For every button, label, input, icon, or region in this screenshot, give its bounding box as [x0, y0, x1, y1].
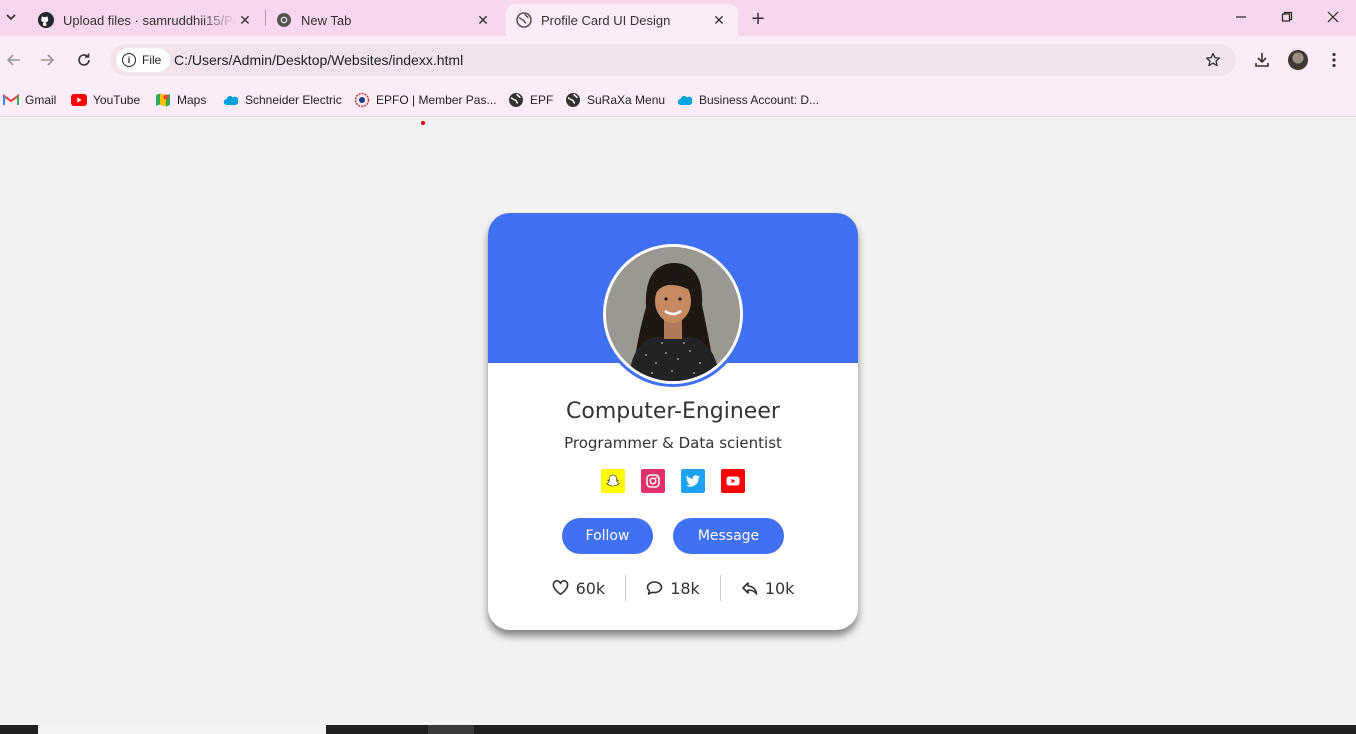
- twitter-link[interactable]: [681, 469, 705, 493]
- star-icon: [1205, 52, 1221, 67]
- bookmark-label: Business Account: D...: [699, 93, 820, 107]
- close-window-button[interactable]: [1310, 4, 1356, 30]
- site-info-chip[interactable]: i File: [116, 48, 171, 72]
- comments-stat[interactable]: 18k: [626, 579, 720, 598]
- chrome-icon: [276, 12, 292, 28]
- tab-strip: Upload files · samruddhii15/Pro ✕ New Ta…: [0, 0, 1356, 36]
- tab-title: Profile Card UI Design: [541, 12, 671, 28]
- forward-button[interactable]: [33, 46, 61, 74]
- reload-icon: [78, 53, 90, 66]
- download-icon: [1255, 53, 1269, 67]
- taskbar: [0, 725, 1356, 734]
- tab-title: New Tab: [301, 12, 352, 28]
- chevron-down-icon: [6, 14, 16, 21]
- card-actions: Follow Message: [488, 518, 858, 554]
- bookmark-label: YouTube: [93, 93, 141, 107]
- bookmark-label: Maps: [177, 93, 207, 107]
- heart-icon: [552, 580, 568, 595]
- profile-card: Computer-Engineer Programmer & Data scie…: [488, 213, 858, 630]
- bookmark-youtube[interactable]: YouTube: [71, 89, 140, 111]
- minimize-icon: [1236, 16, 1246, 18]
- comments-count: 18k: [670, 578, 700, 598]
- tab-profile-card[interactable]: Profile Card UI Design ✕: [506, 4, 738, 36]
- cursor-dot: [421, 121, 425, 125]
- close-icon[interactable]: ✕: [236, 11, 254, 29]
- snapchat-link[interactable]: [601, 469, 625, 493]
- more-vertical-icon: [1332, 52, 1336, 68]
- minimize-button[interactable]: [1218, 4, 1264, 30]
- reload-button[interactable]: [70, 46, 98, 74]
- avatar: [1288, 50, 1308, 70]
- profile-stats: 60k 18k 10k: [488, 575, 858, 601]
- instagram-link[interactable]: [641, 469, 665, 493]
- bookmark-star-button[interactable]: [1202, 49, 1224, 71]
- epfo-icon: [354, 92, 370, 108]
- bookmark-label: SuRaXa Menu: [587, 93, 666, 107]
- close-icon: [1327, 11, 1339, 23]
- bookmark-label: EPF: [530, 93, 554, 107]
- profile-photo-frame: [600, 241, 746, 387]
- bookmark-label: Schneider Electric: [245, 93, 342, 107]
- close-icon[interactable]: ✕: [710, 11, 728, 29]
- tab-github[interactable]: Upload files · samruddhii15/Pro ✕: [28, 4, 264, 36]
- arrow-left-icon: [6, 54, 20, 66]
- tab-search-button[interactable]: [0, 4, 22, 30]
- bookmarks-bar: Gmail YouTube Maps Schneider Electric EP…: [0, 84, 1356, 117]
- likes-count: 60k: [575, 578, 606, 598]
- snapchat-icon: [606, 474, 620, 487]
- globe-icon: [508, 92, 524, 108]
- likes-stat[interactable]: 60k: [532, 579, 626, 598]
- salesforce-cloud-icon: [677, 92, 693, 108]
- bookmark-label: Gmail: [25, 93, 57, 107]
- message-button[interactable]: Message: [673, 518, 784, 554]
- bookmark-epf[interactable]: EPF: [508, 89, 553, 111]
- close-icon[interactable]: ✕: [474, 11, 492, 29]
- youtube-link[interactable]: [721, 469, 745, 493]
- share-icon: [742, 582, 758, 595]
- downloads-button[interactable]: [1248, 46, 1276, 74]
- taskbar-search-box[interactable]: [38, 725, 326, 734]
- shares-count: 10k: [764, 578, 795, 598]
- arrow-right-icon: [41, 54, 55, 66]
- browser-toolbar: i File C:/Users/Admin/Desktop/Websites/i…: [0, 36, 1356, 84]
- bookmark-gmail[interactable]: Gmail: [3, 89, 56, 111]
- restore-icon: [1281, 11, 1293, 22]
- bookmark-epfo[interactable]: EPFO | Member Pas...: [354, 89, 496, 111]
- back-button[interactable]: [0, 46, 28, 74]
- page-viewport: Computer-Engineer Programmer & Data scie…: [0, 118, 1356, 725]
- youtube-icon: [71, 92, 87, 108]
- menu-button[interactable]: [1320, 46, 1348, 74]
- bookmark-schneider[interactable]: Schneider Electric: [223, 89, 342, 111]
- profile-button[interactable]: [1284, 46, 1312, 74]
- globe-icon: [516, 12, 532, 28]
- github-icon: [38, 12, 54, 28]
- globe-icon: [565, 92, 581, 108]
- instagram-icon: [646, 474, 660, 488]
- address-bar[interactable]: i File C:/Users/Admin/Desktop/Websites/i…: [110, 44, 1236, 76]
- url-text[interactable]: C:/Users/Admin/Desktop/Websites/indexx.h…: [174, 52, 463, 68]
- profile-photo: [603, 244, 743, 384]
- profile-name: Computer-Engineer: [566, 399, 780, 424]
- bookmark-suraxa[interactable]: SuRaXa Menu: [565, 89, 665, 111]
- bookmark-business-account[interactable]: Business Account: D...: [677, 89, 819, 111]
- bookmark-label: EPFO | Member Pas...: [376, 93, 497, 107]
- profile-job: Programmer & Data scientist: [564, 434, 782, 452]
- new-tab-button[interactable]: +: [747, 7, 769, 29]
- site-chip-label: File: [142, 53, 162, 67]
- salesforce-cloud-icon: [223, 92, 239, 108]
- taskbar-app[interactable]: [428, 725, 474, 734]
- twitter-icon: [686, 475, 700, 487]
- comment-icon: [646, 581, 663, 595]
- follow-button[interactable]: Follow: [562, 518, 653, 554]
- tab-new-tab[interactable]: New Tab ✕: [266, 4, 502, 36]
- maps-icon: [155, 92, 171, 108]
- bookmark-maps[interactable]: Maps: [155, 89, 206, 111]
- gmail-icon: [3, 92, 19, 108]
- restore-button[interactable]: [1264, 4, 1310, 30]
- tab-title: Upload files · samruddhii15/Pro: [63, 12, 236, 28]
- info-icon: i: [122, 53, 136, 67]
- youtube-icon: [726, 476, 740, 486]
- social-links: [488, 469, 858, 493]
- shares-stat[interactable]: 10k: [721, 579, 815, 598]
